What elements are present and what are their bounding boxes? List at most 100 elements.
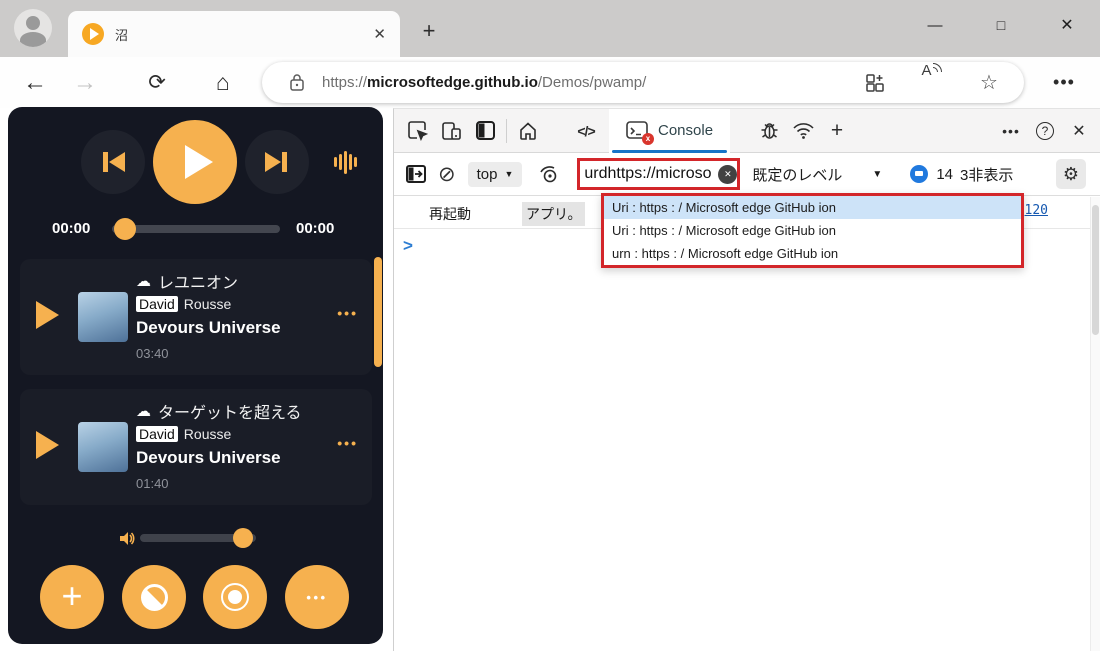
lock-icon [290, 74, 304, 91]
seek-thumb[interactable] [114, 218, 136, 240]
track-menu-icon[interactable]: ••• [337, 435, 358, 451]
console-scrollbar[interactable] [1090, 197, 1100, 651]
album-art [78, 292, 128, 342]
debug-bug-icon[interactable] [752, 109, 786, 153]
message-highlight: アプリ。 [522, 202, 585, 226]
console-filter-input[interactable] [577, 158, 740, 190]
forward-button[interactable]: → [68, 57, 102, 108]
address-bar[interactable]: https://microsoftedge.github.io/Demos/pw… [262, 62, 1024, 103]
read-aloud-icon[interactable]: A [917, 62, 947, 103]
track-album: Devours Universe [136, 448, 281, 468]
back-button[interactable]: ← [18, 57, 52, 108]
seek-slider[interactable] [112, 225, 280, 233]
volume-row [8, 525, 383, 551]
device-emulation-icon[interactable] [434, 109, 468, 153]
previous-icon [99, 150, 127, 174]
favorites-star-icon[interactable]: ☆ [974, 62, 1004, 103]
home-button[interactable]: ⌂ [206, 57, 240, 108]
next-track-button[interactable] [245, 130, 309, 194]
inspect-element-icon[interactable] [400, 109, 434, 153]
live-expression-eye-icon[interactable] [538, 164, 561, 184]
hidden-messages-label[interactable]: 3非表示 [960, 164, 1013, 185]
track-menu-icon[interactable]: ••• [337, 305, 358, 321]
scrollbar-thumb[interactable] [1092, 205, 1099, 335]
window-minimize-button[interactable]: — [912, 6, 958, 44]
playlist-item[interactable]: ☁ レユニオン DavidRousse Devours Universe 03:… [20, 259, 372, 375]
filter-suggestion-dropdown: Uri : https : / Microsoft edge GitHub io… [601, 193, 1024, 268]
artist-given-name: David [136, 296, 178, 312]
context-selector[interactable]: top ▼ [468, 162, 523, 187]
console-icon: x [626, 121, 650, 141]
ellipsis-icon: ••• [306, 590, 327, 605]
suggestion-item[interactable]: Uri : https : / Microsoft edge GitHub io… [604, 196, 1021, 219]
message-text: 再起動 [429, 204, 471, 224]
avatar-icon [26, 16, 40, 30]
previous-track-button[interactable] [81, 130, 145, 194]
tab-strip: 沼 ✕ + — □ ✕ [0, 0, 1100, 57]
devtools-menu-icon[interactable]: ••• [994, 109, 1028, 153]
next-icon [263, 150, 291, 174]
speaker-icon [118, 530, 135, 547]
elements-tab-icon[interactable]: </> [569, 109, 603, 153]
volume-thumb[interactable] [233, 528, 253, 548]
clear-console-icon[interactable]: ⊘ [438, 162, 456, 187]
total-time: 00:00 [296, 220, 334, 237]
contrast-icon [141, 584, 168, 611]
volume-slider[interactable] [140, 534, 256, 542]
help-icon[interactable]: ? [1028, 109, 1062, 153]
pwamp-player: 00:00 00:00 ☁ レユニオン DavidRousse Devours … [8, 107, 383, 644]
app-install-icon[interactable] [860, 62, 890, 103]
source-line-link[interactable]: 120 [1025, 203, 1048, 218]
tab-title: 沼 [115, 25, 128, 44]
devtools-home-icon[interactable] [511, 109, 545, 153]
log-level-selector[interactable]: 既定のレベル [752, 164, 842, 185]
dock-side-icon[interactable] [468, 109, 502, 153]
suggestion-item[interactable]: urn : https : / Microsoft edge GitHub io… [604, 242, 1021, 265]
suggestion-item[interactable]: Uri : https : / Microsoft edge GitHub io… [604, 219, 1021, 242]
browser-tab[interactable]: 沼 ✕ [68, 11, 400, 57]
browser-toolbar: ← → ⟳ ⌂ https://microsoftedge.github.io/… [0, 57, 1100, 108]
track-play-icon[interactable] [36, 431, 59, 459]
add-songs-button[interactable]: + [40, 565, 104, 629]
track-play-icon[interactable] [36, 301, 59, 329]
browser-settings-menu-icon[interactable]: ••• [1044, 57, 1084, 108]
message-count: 14 [936, 166, 953, 183]
track-duration: 03:40 [136, 346, 169, 361]
console-messages: 再起動 アプリ。 120 > Uri : https : / Microsoft… [394, 196, 1100, 650]
devtools-tab-bar: </> x Console + ••• ? ✕ [394, 109, 1100, 153]
error-badge: x [642, 133, 654, 145]
track-duration: 01:40 [136, 476, 169, 491]
devtools-close-icon[interactable]: ✕ [1062, 109, 1096, 153]
new-tab-button[interactable]: + [414, 16, 444, 46]
more-tools-add-icon[interactable]: + [820, 109, 854, 153]
chevron-down-icon[interactable]: ▼ [872, 169, 882, 180]
window-close-button[interactable]: ✕ [1044, 6, 1090, 44]
theme-toggle-button[interactable] [122, 565, 186, 629]
artist-family-name: Rousse [184, 426, 231, 442]
refresh-button[interactable]: ⟳ [140, 57, 174, 108]
track-album: Devours Universe [136, 318, 281, 338]
profile-avatar[interactable] [14, 9, 52, 47]
divider [506, 119, 507, 143]
artist-family-name: Rousse [184, 296, 231, 312]
filter-box: ✕ [577, 158, 740, 190]
player-more-button[interactable]: ••• [285, 565, 349, 629]
playlist-scrollbar[interactable] [374, 257, 382, 367]
tab-close-icon[interactable]: ✕ [373, 25, 386, 43]
console-prompt-icon[interactable]: > [403, 236, 413, 256]
network-conditions-icon[interactable] [786, 109, 820, 153]
settings-gear-icon[interactable]: ⚙ [1056, 159, 1086, 189]
console-sidebar-icon[interactable] [406, 165, 426, 183]
current-time: 00:00 [52, 220, 90, 237]
devtools-panel: </> x Console + ••• ? ✕ [393, 108, 1100, 651]
playlist-item[interactable]: ☁ ターゲットを超える DavidRousse Devours Universe… [20, 389, 372, 505]
window-maximize-button[interactable]: □ [978, 6, 1024, 44]
console-toolbar: ⊘ top ▼ ✕ 既定のレベル ▼ 14 3非表示 ⚙ [394, 153, 1100, 196]
url-text[interactable]: https://microsoftedge.github.io/Demos/pw… [322, 62, 646, 103]
record-button[interactable] [203, 565, 267, 629]
play-button[interactable] [153, 120, 237, 204]
console-tab-label: Console [658, 122, 713, 139]
visualizer-icon[interactable] [334, 149, 357, 175]
track-title: レユニオン [158, 269, 238, 293]
tab-console[interactable]: x Console [609, 109, 730, 153]
